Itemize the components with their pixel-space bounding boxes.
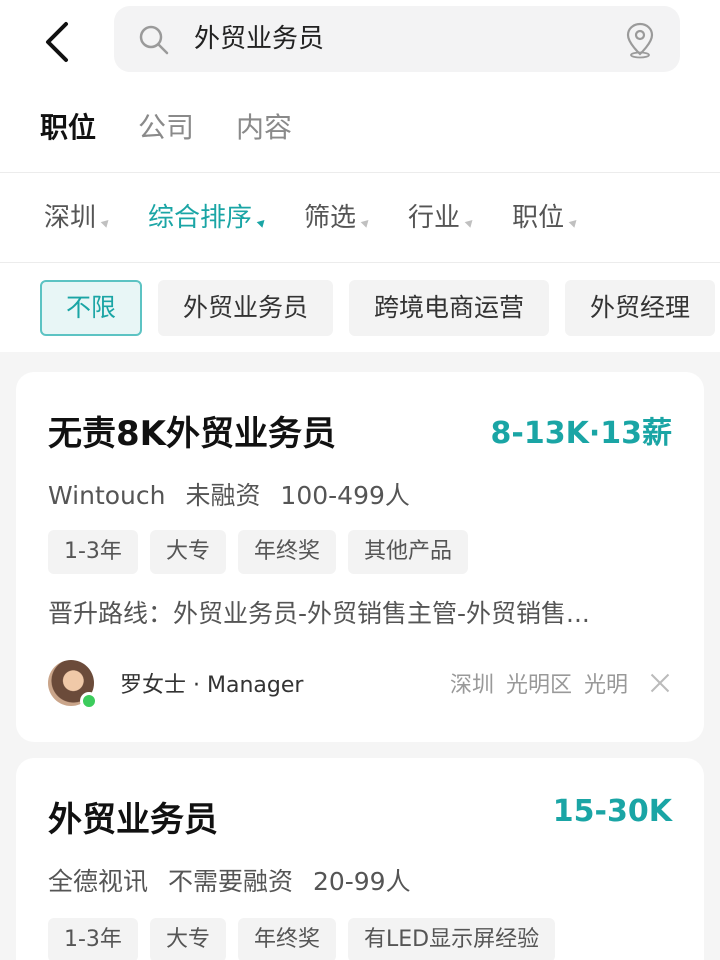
job-tag: 年终奖 <box>237 530 336 574</box>
location-city: 深圳 <box>449 673 494 698</box>
company-meta: Wintouch 未融资 100-499人 <box>48 476 422 512</box>
filter-screen[interactable]: 筛选 <box>304 190 372 246</box>
tab-content[interactable]: 内容 <box>236 100 292 156</box>
filter-position[interactable]: 职位 <box>512 190 580 246</box>
chip-foreign-trade-manager[interactable]: 外贸经理 <box>565 280 716 336</box>
company-funding: 不需要融资 <box>167 867 293 896</box>
job-title: 外贸业务员 <box>48 800 218 840</box>
dropdown-triangle-icon <box>360 217 372 228</box>
search-bar[interactable]: 外贸业务员 <box>114 6 680 72</box>
back-button[interactable] <box>30 14 86 70</box>
divider <box>0 172 720 173</box>
result-type-tabs: 职位 公司 内容 <box>40 100 292 156</box>
keyword-chips: 不限 外贸业务员 跨境电商运营 外贸经理 <box>40 280 720 336</box>
job-salary: 15-30K <box>552 794 672 829</box>
filter-industry-label: 行业 <box>408 203 461 233</box>
company-size: 20-99人 <box>312 867 411 896</box>
online-status-dot <box>80 692 98 710</box>
job-tag: 1-3年 <box>48 918 138 960</box>
chip-unlimited[interactable]: 不限 <box>40 280 143 336</box>
filter-city[interactable]: 深圳 <box>44 190 112 246</box>
tab-jobs[interactable]: 职位 <box>40 100 96 156</box>
job-description: 晋升路线：外贸业务员-外贸销售主管-外贸销售... <box>48 599 590 628</box>
chip-foreign-trade-sales[interactable]: 外贸业务员 <box>158 280 334 336</box>
dropdown-triangle-icon <box>464 217 476 228</box>
tab-companies[interactable]: 公司 <box>138 100 194 156</box>
divider <box>0 262 720 263</box>
dropdown-triangle-icon <box>256 217 268 228</box>
filter-screen-label: 筛选 <box>304 203 357 233</box>
filter-sort[interactable]: 综合排序 <box>148 190 268 246</box>
job-location: 深圳 光明区 光明 <box>450 667 628 699</box>
job-tags: 1-3年 大专 年终奖 其他产品 <box>48 530 468 574</box>
job-card[interactable]: 无责8K外贸业务员 8-13K·13薪 Wintouch 未融资 100-499… <box>16 372 704 742</box>
search-query[interactable]: 外贸业务员 <box>194 6 324 72</box>
company-meta: 全德视讯 不需要融资 20-99人 <box>48 862 423 898</box>
job-tag: 大专 <box>149 530 226 574</box>
dropdown-triangle-icon <box>100 217 112 228</box>
header-area: 外贸业务员 职位 公司 内容 深圳 综合排序 筛选 行业 职位 不限 外贸业务员… <box>0 0 720 352</box>
search-icon <box>139 25 169 55</box>
chip-cross-border-ecommerce[interactable]: 跨境电商运营 <box>349 280 550 336</box>
job-tag: 1-3年 <box>48 530 138 574</box>
job-tag: 年终奖 <box>237 918 336 960</box>
filter-industry[interactable]: 行业 <box>408 190 476 246</box>
filter-position-label: 职位 <box>512 203 565 233</box>
filter-sort-label: 综合排序 <box>148 203 253 233</box>
location-pin-icon[interactable] <box>624 21 656 59</box>
job-title: 无责8K外贸业务员 <box>48 414 337 454</box>
job-tags: 1-3年 大专 年终奖 有LED显示屏经验 <box>48 918 556 960</box>
job-tag: 有LED显示屏经验 <box>347 918 556 960</box>
filter-city-label: 深圳 <box>44 203 97 233</box>
filter-bar: 深圳 综合排序 筛选 行业 职位 <box>44 190 616 246</box>
dismiss-close-icon[interactable] <box>648 671 672 695</box>
dropdown-triangle-icon <box>568 217 580 228</box>
location-district: 光明区 <box>505 673 572 698</box>
avatar <box>48 660 98 710</box>
job-tag: 其他产品 <box>347 530 468 574</box>
company-name: 全德视讯 <box>48 867 149 896</box>
company-size: 100-499人 <box>280 481 410 510</box>
job-tag: 大专 <box>149 918 226 960</box>
recruiter-name: 罗女士 · Manager <box>120 673 304 698</box>
job-salary: 8-13K·13薪 <box>490 416 672 451</box>
back-arrow-icon <box>46 22 68 62</box>
location-area: 光明 <box>583 673 628 698</box>
recruiter-row: 罗女士 · Manager 深圳 光明区 光明 <box>48 658 672 710</box>
company-name: Wintouch <box>48 481 166 510</box>
job-card[interactable]: 外贸业务员 15-30K 全德视讯 不需要融资 20-99人 1-3年 大专 年… <box>16 758 704 960</box>
company-funding: 未融资 <box>185 481 261 510</box>
